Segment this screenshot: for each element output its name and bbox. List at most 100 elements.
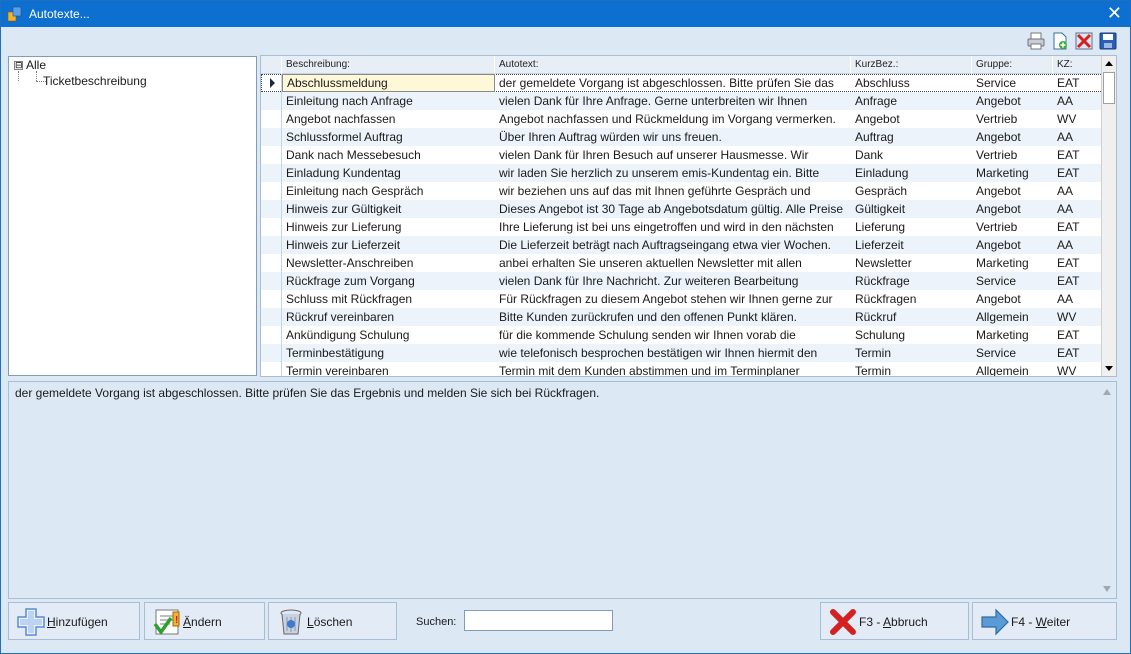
grid-vertical-scrollbar[interactable] [1101, 56, 1116, 376]
cell-kz[interactable]: EAT [1053, 254, 1103, 272]
tree-item-alle[interactable]: Alle [26, 57, 46, 73]
table-row[interactable]: Hinweis zur Lieferzeit Die Lieferzeit bet… [261, 236, 1103, 254]
table-row[interactable]: Rückfrage zum Vorgang vielen Dank für Ihr… [261, 272, 1103, 290]
cell-kurzbez[interactable]: Termin [851, 362, 972, 376]
cell-kz[interactable]: EAT [1053, 218, 1103, 236]
delete-icon[interactable] [1074, 31, 1094, 51]
cell-autotext[interactable]: anbei erhalten Sie unseren aktuellen New… [495, 254, 851, 272]
cell-kurzbez[interactable]: Gültigkeit [851, 200, 972, 218]
cell-beschreibung[interactable]: Angebot nachfassen [282, 110, 495, 128]
cell-kz[interactable]: AA [1053, 290, 1103, 308]
cell-kurzbez[interactable]: Rückfrage [851, 272, 972, 290]
cell-beschreibung[interactable]: Hinweis zur Lieferung [282, 218, 495, 236]
cell-gruppe[interactable]: Marketing [972, 326, 1053, 344]
cell-autotext[interactable]: Dieses Angebot ist 30 Tage ab Angebotsda… [495, 200, 851, 218]
cell-kz[interactable]: EAT [1053, 344, 1103, 362]
cell-kurzbez[interactable]: Schulung [851, 326, 972, 344]
cell-autotext[interactable]: Termin mit dem Kunden abstimmen und im T… [495, 362, 851, 376]
table-row[interactable]: Termin vereinbaren Termin mit dem Kunden … [261, 362, 1103, 376]
save-icon[interactable] [1098, 31, 1118, 51]
row-indicator[interactable] [261, 254, 282, 272]
cell-kurzbez[interactable]: Termin [851, 344, 972, 362]
cell-autotext[interactable]: der gemeldete Vorgang ist abgeschlossen.… [495, 74, 851, 92]
table-row[interactable]: Terminbestätigung wie telefonisch besproc… [261, 344, 1103, 362]
cell-autotext[interactable]: vielen Dank für Ihre Nachricht. Zur weit… [495, 272, 851, 290]
cell-kurzbez[interactable]: Newsletter [851, 254, 972, 272]
cell-kurzbez[interactable]: Einladung [851, 164, 972, 182]
row-indicator[interactable] [261, 182, 282, 200]
row-indicator[interactable] [261, 344, 282, 362]
cell-beschreibung[interactable]: Schlussformel Auftrag [282, 128, 495, 146]
table-row[interactable]: Einleitung nach Anfrage vielen Dank für I… [261, 92, 1103, 110]
cell-gruppe[interactable]: Angebot [972, 290, 1053, 308]
cell-beschreibung[interactable]: Einleitung nach Gespräch [282, 182, 495, 200]
cell-autotext[interactable]: vielen Dank für Ihre Anfrage. Gerne unte… [495, 92, 851, 110]
cell-kz[interactable]: EAT [1053, 272, 1103, 290]
cell-autotext[interactable]: vielen Dank für Ihren Besuch auf unserer… [495, 146, 851, 164]
cell-gruppe[interactable]: Angebot [972, 182, 1053, 200]
row-indicator[interactable] [261, 290, 282, 308]
search-input[interactable] [464, 610, 613, 631]
row-indicator[interactable] [261, 164, 282, 182]
cell-kurzbez[interactable]: Dank [851, 146, 972, 164]
cell-beschreibung[interactable]: Hinweis zur Gültigkeit [282, 200, 495, 218]
table-row[interactable]: Newsletter-Anschreiben anbei erhalten Sie… [261, 254, 1103, 272]
cell-kurzbez[interactable]: Rückruf [851, 308, 972, 326]
row-indicator[interactable] [261, 200, 282, 218]
cell-gruppe[interactable]: Marketing [972, 164, 1053, 182]
cell-gruppe[interactable]: Marketing [972, 254, 1053, 272]
row-indicator[interactable] [261, 128, 282, 146]
cell-autotext[interactable]: Bitte Kunden zurückrufen und den offenen… [495, 308, 851, 326]
cell-beschreibung[interactable]: Ankündigung Schulung [282, 326, 495, 344]
cell-kz[interactable]: AA [1053, 92, 1103, 110]
cell-beschreibung[interactable]: Dank nach Messebesuch [282, 146, 495, 164]
cell-gruppe[interactable]: Allgemein [972, 362, 1053, 376]
cell-beschreibung[interactable]: Termin vereinbaren [282, 362, 495, 376]
tree-item-ticketbeschreibung[interactable]: Ticketbeschreibung [43, 73, 147, 89]
cell-kz[interactable]: AA [1053, 128, 1103, 146]
cell-gruppe[interactable]: Vertrieb [972, 218, 1053, 236]
cell-autotext[interactable]: Angebot nachfassen und Rückmeldung im Vo… [495, 110, 851, 128]
cell-beschreibung[interactable]: Einladung Kundentag [282, 164, 495, 182]
cell-kz[interactable]: EAT [1053, 146, 1103, 164]
column-header-kurzbez[interactable]: KurzBez.: [851, 56, 972, 74]
cell-beschreibung[interactable]: Hinweis zur Lieferzeit [282, 236, 495, 254]
row-indicator[interactable] [261, 272, 282, 290]
tree-collapse-icon[interactable]: ⊟ [14, 61, 23, 70]
cell-kz[interactable]: WV [1053, 362, 1103, 376]
cell-kurzbez[interactable]: Gespräch [851, 182, 972, 200]
table-row[interactable]: Hinweis zur Gültigkeit Dieses Angebot ist… [261, 200, 1103, 218]
chevron-down-icon[interactable] [1103, 586, 1111, 592]
table-row[interactable]: Angebot nachfassen Angebot nachfassen und… [261, 110, 1103, 128]
table-row[interactable]: Dank nach Messebesuch vielen Dank für Ihr… [261, 146, 1103, 164]
cell-beschreibung[interactable]: Abschlussmeldung [282, 74, 495, 92]
cancel-button[interactable]: F3 - Abbruch [820, 602, 969, 640]
cell-beschreibung[interactable]: Schluss mit Rückfragen [282, 290, 495, 308]
cell-beschreibung[interactable]: Rückruf vereinbaren [282, 308, 495, 326]
cell-gruppe[interactable]: Vertrieb [972, 146, 1053, 164]
cell-autotext[interactable]: Für Rückfragen zu diesem Angebot stehen … [495, 290, 851, 308]
cell-kurzbez[interactable]: Lieferung [851, 218, 972, 236]
cell-kz[interactable]: EAT [1053, 326, 1103, 344]
autotext-preview[interactable]: der gemeldete Vorgang ist abgeschlossen.… [8, 381, 1117, 599]
row-indicator[interactable] [261, 308, 282, 326]
column-header-kz[interactable]: KZ: [1053, 56, 1103, 74]
cell-kurzbez[interactable]: Angebot [851, 110, 972, 128]
cell-beschreibung[interactable]: Terminbestätigung [282, 344, 495, 362]
cell-gruppe[interactable]: Service [972, 74, 1053, 92]
column-header-autotext[interactable]: Autotext: [495, 56, 851, 74]
close-window-button[interactable]: ✕ [1107, 4, 1122, 22]
cell-gruppe[interactable]: Angebot [972, 92, 1053, 110]
add-button[interactable]: Hinzufügen [8, 602, 140, 640]
new-document-icon[interactable] [1050, 31, 1070, 51]
cell-gruppe[interactable]: Service [972, 344, 1053, 362]
cell-autotext[interactable]: Ihre Lieferung ist bei uns eingetroffen … [495, 218, 851, 236]
cell-kurzbez[interactable]: Lieferzeit [851, 236, 972, 254]
cell-autotext[interactable]: wie telefonisch besprochen bestätigen wi… [495, 344, 851, 362]
cell-kz[interactable]: AA [1053, 182, 1103, 200]
row-indicator[interactable] [261, 326, 282, 344]
cell-beschreibung[interactable]: Newsletter-Anschreiben [282, 254, 495, 272]
cell-autotext[interactable]: Über Ihren Auftrag würden wir uns freuen… [495, 128, 851, 146]
cell-kz[interactable]: WV [1053, 308, 1103, 326]
cell-kz[interactable]: EAT [1053, 164, 1103, 182]
